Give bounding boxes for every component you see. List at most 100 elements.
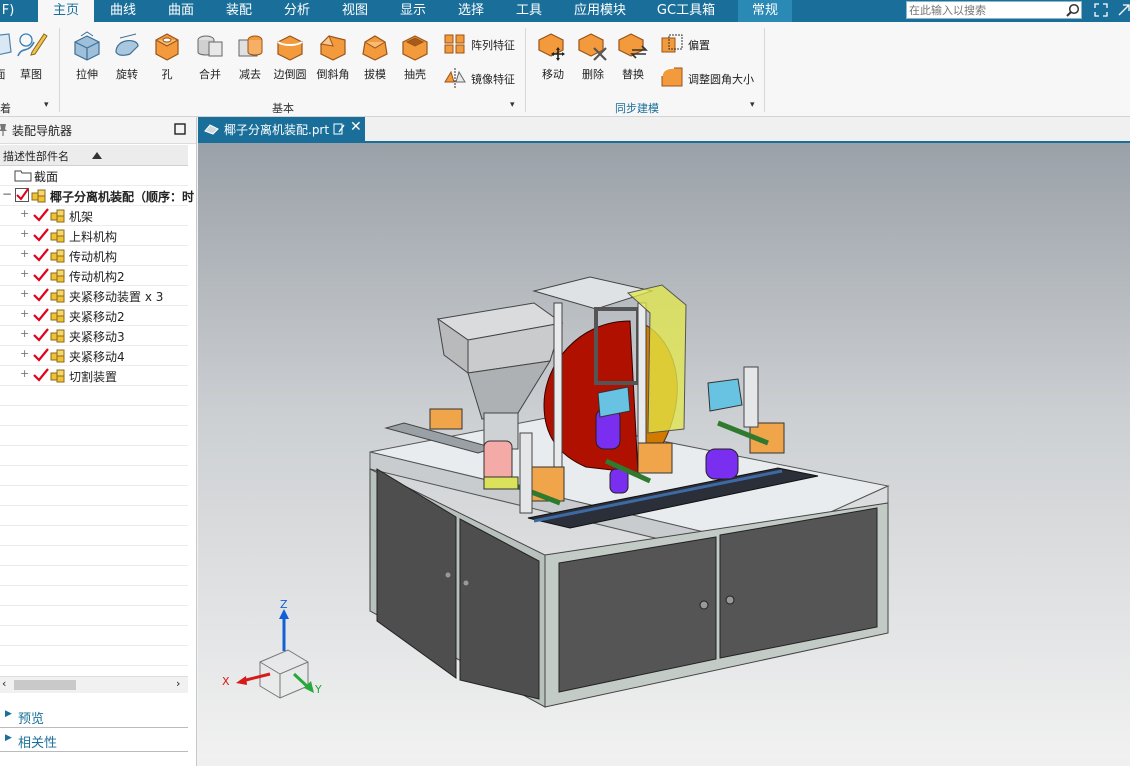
axis-triad: [236, 609, 314, 699]
edge-blend-button[interactable]: 边倒圆: [270, 28, 310, 82]
chamfer-button[interactable]: 倒斜角: [313, 28, 353, 82]
tree-row-label: 机架: [69, 210, 94, 224]
menu-analysis[interactable]: 分析: [274, 0, 320, 22]
assembly-icon: [50, 229, 65, 243]
tree-row-component[interactable]: + 机架: [0, 205, 188, 226]
scroll-right-icon[interactable]: ›: [176, 677, 180, 690]
menu-general[interactable]: 常规: [738, 0, 792, 22]
empty-row: [0, 565, 188, 586]
group-sync-more-icon[interactable]: ▾: [750, 100, 755, 110]
menu-assembly[interactable]: 装配: [216, 0, 262, 22]
graphics-viewport[interactable]: Z X Y: [198, 143, 1130, 757]
scroll-left-icon[interactable]: ‹: [2, 677, 6, 690]
empty-row: [0, 425, 188, 446]
ribbon-sketch-button[interactable]: 草图: [11, 28, 51, 82]
expand-icon[interactable]: +: [20, 347, 29, 360]
collapse-icon[interactable]: −: [2, 187, 12, 201]
search-icon[interactable]: [1065, 3, 1081, 17]
collapse-ribbon-icon[interactable]: [1117, 3, 1130, 17]
empty-row: [0, 545, 188, 566]
expand-icon[interactable]: ▶: [5, 733, 12, 743]
checkmark-icon[interactable]: [33, 268, 49, 282]
expand-icon[interactable]: +: [20, 267, 29, 280]
mirror-feature-icon: [444, 68, 466, 88]
subtract-button[interactable]: 减去: [230, 28, 270, 82]
fullscreen-icon[interactable]: [1094, 3, 1108, 17]
group-label-basic: 基本: [272, 102, 294, 115]
expand-icon[interactable]: +: [20, 327, 29, 340]
menu-curve[interactable]: 曲线: [100, 0, 146, 22]
checkmark-icon[interactable]: [33, 368, 49, 382]
checkmark-icon[interactable]: [33, 308, 49, 322]
tree-row-component[interactable]: + 上料机构: [0, 225, 188, 246]
checkmark-icon[interactable]: [33, 348, 49, 362]
panel-preview[interactable]: ▶ 预览: [0, 705, 188, 728]
checkmark-icon[interactable]: [33, 328, 49, 342]
revolve-button[interactable]: 旋转: [107, 28, 147, 82]
tree-row-component[interactable]: + 夹紧移动3: [0, 325, 188, 346]
pattern-feature-icon: [444, 34, 465, 54]
empty-row: [0, 505, 188, 526]
empty-row: [0, 485, 188, 506]
navigator-title-bar: 装配导航器: [0, 117, 196, 144]
expand-icon[interactable]: +: [20, 207, 29, 220]
empty-row: [0, 605, 188, 626]
delete-face-button[interactable]: 删除: [573, 28, 613, 82]
hole-button[interactable]: 孔: [147, 28, 187, 82]
checkmark-icon[interactable]: [33, 208, 49, 222]
extrude-button[interactable]: 拉伸: [67, 28, 107, 82]
tree-row-component[interactable]: + 夹紧移动2: [0, 305, 188, 326]
axis-label-y: Y: [314, 683, 322, 696]
draft-button[interactable]: 拔模: [355, 28, 395, 82]
sort-ascending-icon[interactable]: [92, 152, 102, 159]
column-header-part-name[interactable]: 描述性部件名: [0, 145, 188, 166]
tree-row-component[interactable]: + 切割装置: [0, 365, 188, 386]
assembly-icon: [50, 209, 65, 223]
menu-select[interactable]: 选择: [448, 0, 494, 22]
expand-icon[interactable]: +: [20, 227, 29, 240]
checkmark-icon[interactable]: [33, 248, 49, 262]
extrude-icon: [74, 31, 100, 61]
expand-icon[interactable]: +: [20, 307, 29, 320]
menu-gc-toolbox[interactable]: GC工具箱: [650, 0, 722, 22]
checkmark-icon[interactable]: [33, 228, 49, 242]
menu-file[interactable]: F): [0, 0, 16, 22]
tree-row-component[interactable]: + 传动机构: [0, 245, 188, 266]
tree-row-component[interactable]: + 传动机构2: [0, 265, 188, 286]
scroll-thumb[interactable]: [14, 680, 76, 690]
group-sketch-more-icon[interactable]: ▾: [44, 100, 49, 110]
menu-home[interactable]: 主页: [38, 0, 94, 22]
checkmark-icon[interactable]: [33, 288, 49, 302]
shell-button[interactable]: 抽壳: [395, 28, 435, 82]
unite-button[interactable]: 合并: [190, 28, 230, 82]
checkbox-checked-icon[interactable]: [15, 188, 29, 202]
panel-dependencies[interactable]: ▶ 相关性: [0, 729, 188, 752]
hole-icon: [155, 33, 179, 61]
replace-face-button[interactable]: 替换: [613, 28, 653, 82]
horizontal-scrollbar[interactable]: ‹ ›: [0, 676, 188, 693]
search-input[interactable]: [909, 2, 1059, 18]
tree-row-root[interactable]: − 椰子分离机装配（顺序：时: [0, 185, 194, 206]
move-face-button[interactable]: 移动: [533, 28, 573, 82]
tree-row-label: 上料机构: [69, 230, 118, 244]
group-basic-more-icon[interactable]: ▾: [510, 100, 515, 110]
tree-row-component[interactable]: + 夹紧移动4: [0, 345, 188, 366]
pin-icon[interactable]: [0, 122, 8, 136]
maximize-icon[interactable]: [174, 123, 186, 135]
part-file-icon: [204, 124, 219, 135]
expand-icon[interactable]: +: [20, 367, 29, 380]
menu-view[interactable]: 视图: [332, 0, 378, 22]
menu-surface[interactable]: 曲面: [158, 0, 204, 22]
tree-row-component[interactable]: + 夹紧移动装置 x 3: [0, 285, 188, 306]
search-box[interactable]: [906, 1, 1082, 19]
expand-icon[interactable]: ▶: [5, 709, 12, 719]
expand-icon[interactable]: +: [20, 247, 29, 260]
menu-tools[interactable]: 工具: [506, 0, 552, 22]
tree-row-section[interactable]: 截面: [0, 165, 188, 186]
menu-application[interactable]: 应用模块: [566, 0, 634, 22]
menu-display[interactable]: 显示: [390, 0, 436, 22]
assembly-icon: [50, 309, 65, 323]
expand-icon[interactable]: +: [20, 287, 29, 300]
close-tab-icon[interactable]: ✕: [350, 119, 362, 135]
document-tab[interactable]: 椰子分离机装配.prt ✕: [198, 117, 365, 141]
